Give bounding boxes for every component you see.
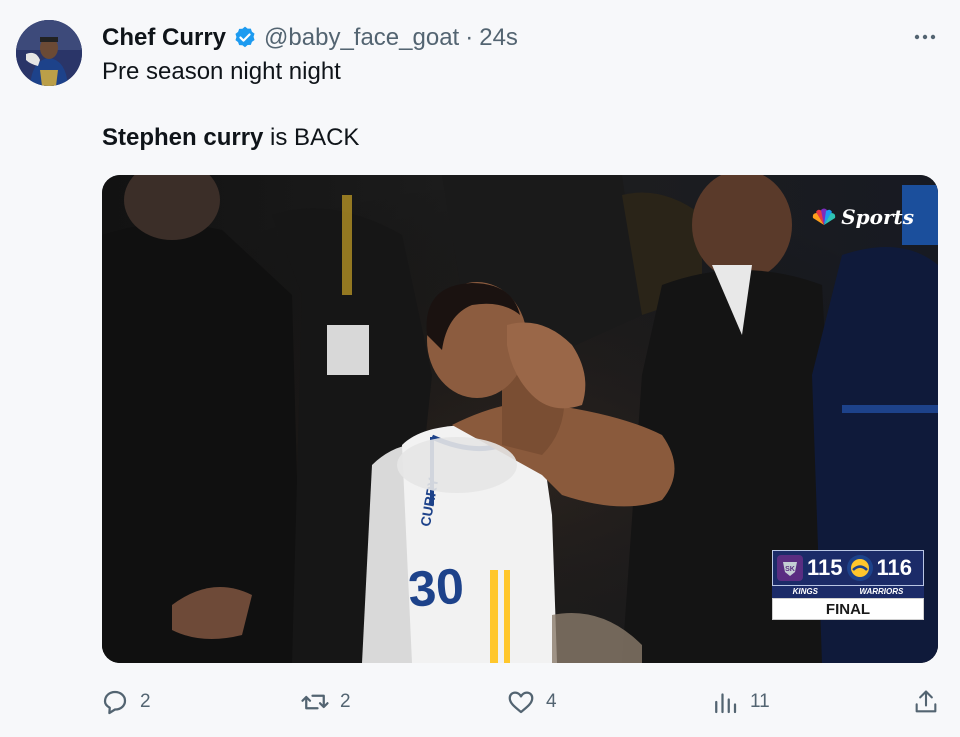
retweet-icon <box>301 694 329 710</box>
separator-dot: · <box>465 24 474 51</box>
share-icon <box>915 690 937 713</box>
away-score: 116 <box>876 555 913 580</box>
nbc-sports-logo: Sports <box>811 205 914 229</box>
like-count: 4 <box>546 691 557 712</box>
user-handle[interactable]: @baby_face_goat <box>264 24 459 52</box>
reply-button[interactable]: 2 <box>100 684 151 720</box>
scoreboard-scores: SK 115 116 <box>772 550 924 586</box>
tweet-actions: 2 2 4 11 <box>100 684 945 720</box>
verified-badge-icon <box>232 25 258 51</box>
home-team-name: KINGS <box>792 587 818 596</box>
away-team-name: WARRIORS <box>859 587 904 596</box>
retweet-count: 2 <box>340 691 351 712</box>
peacock-icon <box>813 208 836 225</box>
views-chart-icon <box>715 693 737 714</box>
tweet-text-bold: Stephen curry <box>102 124 264 151</box>
avatar[interactable] <box>16 20 82 86</box>
svg-text:SK: SK <box>785 566 795 573</box>
kings-logo-icon: SK <box>777 555 803 581</box>
tweet-header: Chef Curry @baby_face_goat · 24s <box>102 22 840 54</box>
scoreboard-team-names: KINGS WARRIORS <box>772 586 924 598</box>
tweet-text-line-2: Stephen curry is BACK <box>102 124 359 152</box>
tweet-media-image[interactable]: 30 CURRY Sports SK 115 116 KINGS WARRIOR… <box>102 175 938 663</box>
heart-icon <box>508 691 534 714</box>
like-button[interactable]: 4 <box>506 684 557 720</box>
more-horizontal-icon[interactable] <box>912 24 938 50</box>
svg-text:30: 30 <box>406 558 465 618</box>
home-score: 115 <box>807 555 843 580</box>
tweet-text-rest: is BACK <box>263 124 360 151</box>
warriors-logo-icon <box>846 555 873 581</box>
view-count: 11 <box>750 691 770 712</box>
scoreboard: SK 115 116 KINGS WARRIORS FINAL <box>772 550 924 626</box>
game-status: FINAL <box>772 598 924 620</box>
reply-count: 2 <box>140 691 151 712</box>
timestamp[interactable]: 24s <box>479 24 518 52</box>
views-button[interactable]: 11 <box>710 684 770 720</box>
retweet-button[interactable]: 2 <box>300 684 351 720</box>
reply-icon <box>103 690 127 715</box>
share-button[interactable] <box>912 684 940 720</box>
network-logo-text: Sports <box>841 205 914 229</box>
display-name[interactable]: Chef Curry <box>102 24 226 52</box>
tweet-card: Chef Curry @baby_face_goat · 24s Pre sea… <box>0 0 960 737</box>
tweet-text-line-1: Pre season night night <box>102 58 341 85</box>
